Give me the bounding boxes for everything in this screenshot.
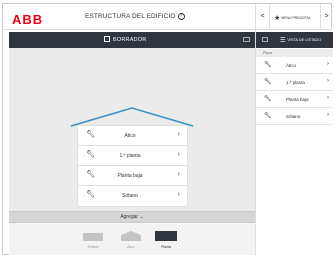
chevron-right-icon: › xyxy=(177,131,180,138)
draft-button[interactable]: BORRADOR xyxy=(104,36,146,43)
page-title-text: ESTRUCTURA DEL EDIFICIO xyxy=(85,13,176,21)
floor-type-shapes xyxy=(83,231,177,241)
floor-label: 1.ª planta xyxy=(119,153,141,159)
add-floor-label: Agregar ⌄ xyxy=(120,214,144,220)
list-item[interactable]: 🔧︎ Planta baja › xyxy=(256,91,333,108)
chevron-right-icon: › xyxy=(177,191,180,198)
list-view-button[interactable]: ☰ VISTA DE LISTADO xyxy=(280,37,321,44)
chevron-right-icon: › xyxy=(327,78,329,84)
chevron-right-icon: › xyxy=(327,61,329,67)
list-item[interactable]: 🔧︎ Sótano › xyxy=(256,108,333,125)
page-title: ESTRUCTURA DEL EDIFICIO? xyxy=(85,13,185,20)
building-workspace: 🔧︎ Ático › 🔧︎ 1.ª planta › 🔧︎ Planta baj… xyxy=(9,48,255,211)
wrench-icon: 🔧︎ xyxy=(86,191,95,198)
shape-label-floor[interactable]: Planta xyxy=(151,245,181,249)
panel-toggle-icon[interactable] xyxy=(243,37,250,42)
chevron-right-icon: › xyxy=(177,151,180,158)
chevron-right-icon: › xyxy=(177,171,180,178)
wrench-icon: 🔧︎ xyxy=(86,171,95,178)
main-menu-button[interactable]: ★ MENÚ PRINCIPAL xyxy=(274,14,311,22)
right-header: < ★ MENÚ PRINCIPAL > xyxy=(255,4,332,30)
chevron-right-icon: › xyxy=(327,95,329,101)
app-frame: ABB ESTRUCTURA DEL EDIFICIO? < ★ MENÚ PR… xyxy=(2,3,333,255)
floor-label: Sótano xyxy=(122,193,138,199)
wrench-icon: 🔧︎ xyxy=(86,131,95,138)
list-item[interactable]: 🔧︎ Ático › xyxy=(256,57,333,74)
prev-button[interactable]: < xyxy=(256,4,270,30)
floor-row[interactable]: 🔧︎ Planta baja › xyxy=(78,166,187,186)
list-panel: ☰ VISTA DE LISTADO Pisos 🔧︎ Ático › 🔧︎ 1.… xyxy=(255,30,333,255)
floor-label: Ático xyxy=(124,133,136,139)
list-item-label: Sótano xyxy=(286,114,301,119)
panel-collapse-icon[interactable] xyxy=(262,37,268,42)
shape-label-basement[interactable]: Sótano xyxy=(78,245,108,249)
abb-logo: ABB xyxy=(12,12,44,27)
wrench-icon: 🔧︎ xyxy=(264,62,272,68)
floor-label: Planta baja xyxy=(117,173,143,179)
list-item-label: Ático xyxy=(286,63,297,68)
floor-shape xyxy=(155,231,177,241)
add-floor-bar[interactable]: Agregar ⌄ xyxy=(9,211,255,223)
wrench-icon: 🔧︎ xyxy=(264,79,272,85)
draft-icon xyxy=(104,36,110,42)
floor-row[interactable]: 🔧︎ Sótano › xyxy=(78,186,187,206)
list-view-label: VISTA DE LISTADO xyxy=(287,38,322,42)
next-button[interactable]: > xyxy=(320,4,332,30)
header-bar: ABB ESTRUCTURA DEL EDIFICIO? xyxy=(3,4,255,30)
floor-row[interactable]: 🔧︎ 1.ª planta › xyxy=(78,146,187,166)
wrench-icon: 🔧︎ xyxy=(264,113,272,119)
basement-shape xyxy=(83,233,103,241)
draft-toolbar: BORRADOR xyxy=(9,32,255,48)
list-toolbar: ☰ VISTA DE LISTADO xyxy=(256,32,333,48)
star-icon: ★ xyxy=(274,15,281,22)
section-header: Pisos xyxy=(256,49,333,57)
list-item-label: 1.ª planta xyxy=(286,80,305,85)
floor-card: 🔧︎ Ático › 🔧︎ 1.ª planta › 🔧︎ Planta baj… xyxy=(78,126,187,206)
draft-label: BORRADOR xyxy=(113,37,147,43)
list-item-label: Planta baja xyxy=(286,97,309,102)
main-menu-label: MENÚ PRINCIPAL xyxy=(281,15,311,20)
list-icon: ☰ xyxy=(280,38,286,44)
chevron-right-icon: › xyxy=(327,112,329,118)
floor-type-strip: Sótano Ático Planta xyxy=(9,223,255,255)
floor-list: 🔧︎ Ático › 🔧︎ 1.ª planta › 🔧︎ Planta baj… xyxy=(256,57,333,125)
floor-row[interactable]: 🔧︎ Ático › xyxy=(78,126,187,146)
list-item[interactable]: 🔧︎ 1.ª planta › xyxy=(256,74,333,91)
wrench-icon: 🔧︎ xyxy=(264,96,272,102)
help-icon[interactable]: ? xyxy=(177,13,185,20)
attic-shape xyxy=(121,231,141,241)
shape-label-attic[interactable]: Ático xyxy=(116,245,146,249)
wrench-icon: 🔧︎ xyxy=(86,151,95,158)
